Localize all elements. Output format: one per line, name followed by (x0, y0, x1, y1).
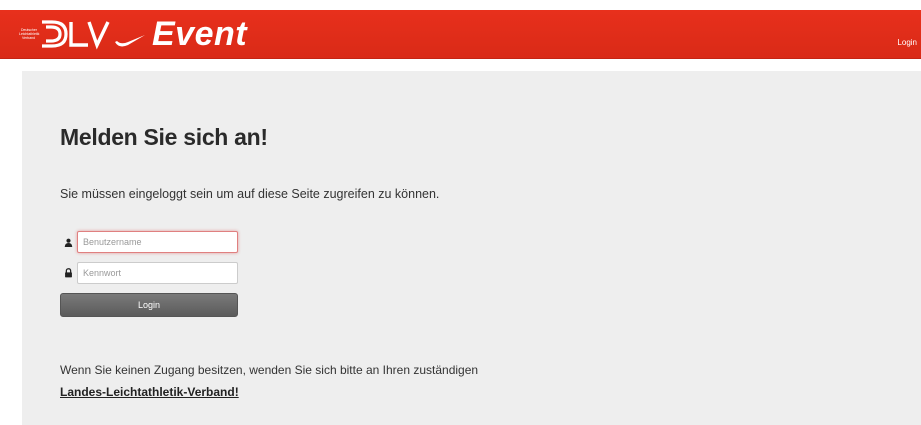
verband-link[interactable]: Landes-Leichtathletik-Verband! (60, 385, 239, 399)
brand-title: Event (152, 15, 248, 53)
password-group (60, 262, 238, 284)
lock-icon (60, 262, 77, 284)
dlv-logo[interactable]: Deutscher Leichtathletik Verband (18, 12, 148, 56)
svg-text:Verband: Verband (22, 36, 35, 40)
dlv-logo-mark: Deutscher Leichtathletik Verband (19, 20, 145, 50)
username-input[interactable] (77, 231, 238, 253)
nav-login-link[interactable]: Login (897, 38, 917, 47)
top-navbar: Deutscher Leichtathletik Verband Event L… (0, 10, 921, 59)
no-access-note: Wenn Sie keinen Zugang besitzen, wenden … (60, 363, 479, 377)
user-icon (60, 231, 77, 253)
password-input[interactable] (77, 262, 238, 284)
intro-text: Sie müssen eingeloggt sein um auf diese … (60, 187, 440, 201)
username-group (60, 231, 238, 253)
login-panel: Melden Sie sich an! Sie müssen eingelogg… (22, 71, 921, 425)
login-button[interactable]: Login (60, 293, 238, 317)
page-title: Melden Sie sich an! (60, 124, 268, 150)
